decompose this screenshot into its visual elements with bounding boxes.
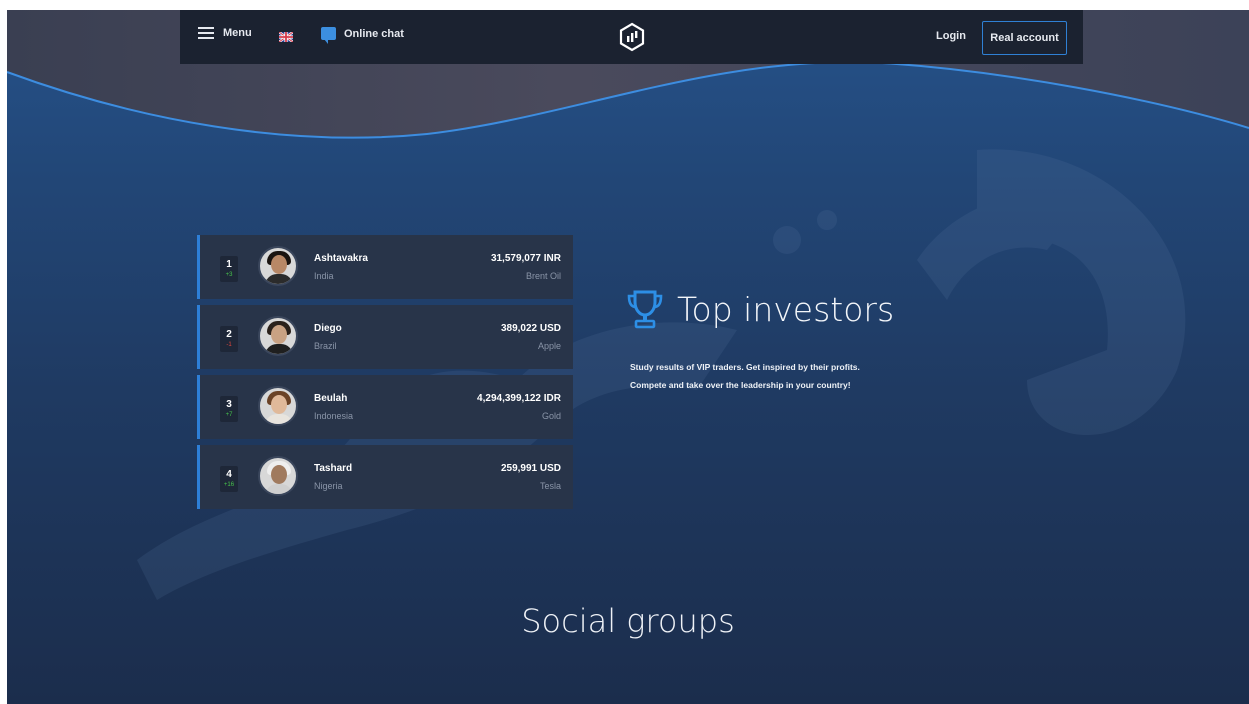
uk-flag-icon[interactable]	[279, 32, 293, 42]
investor-name: Diego	[314, 323, 342, 334]
investor-asset: Tesla	[539, 481, 561, 491]
rank-change: +3	[225, 272, 233, 278]
investor-name: Beulah	[314, 393, 348, 404]
brand-logo-icon[interactable]	[617, 22, 647, 52]
menu-label: Menu	[223, 27, 252, 39]
chat-icon	[321, 27, 336, 44]
investor-amount: 259,991 USD	[500, 463, 561, 474]
investor-avatar	[258, 246, 298, 286]
investor-country: Nigeria	[314, 481, 343, 491]
rank-number: 4	[226, 469, 232, 480]
investor-card[interactable]: 3 +7 Beulah Indonesia 4,294,399,122 IDR Gold	[197, 375, 573, 439]
investor-avatar	[258, 386, 298, 426]
online-chat-button[interactable]: Online chat	[321, 27, 404, 44]
rank-number: 1	[226, 259, 232, 270]
description-line-1: Study results of VIP traders. Get inspir…	[630, 362, 860, 372]
investor-name: Tashard	[314, 463, 353, 474]
menu-button[interactable]: Menu	[198, 27, 252, 39]
investor-card[interactable]: 1 +3 Ashtavakra India 31,579,077 INR Brent Oi…	[197, 235, 573, 299]
investor-avatar	[258, 316, 298, 356]
login-link[interactable]: Login	[936, 30, 966, 42]
investor-asset: Apple	[537, 341, 561, 351]
top-investors-heading: Top investors	[625, 288, 894, 330]
real-account-button[interactable]: Real account	[982, 21, 1067, 55]
rank-change: +7	[225, 412, 233, 418]
investor-asset: Brent Oil	[525, 271, 561, 281]
trophy-icon	[627, 290, 663, 329]
hamburger-icon	[198, 27, 214, 39]
top-investors-description: Study results of VIP traders. Get inspir…	[630, 358, 930, 394]
rank-change: +16	[223, 482, 235, 488]
investor-asset: Gold	[541, 411, 561, 421]
top-investors-title: Top investors	[677, 289, 895, 329]
description-line-2: Compete and take over the leadership in …	[630, 380, 851, 390]
page-frame: Menu Online chat Login Real account 1 +3 A…	[7, 10, 1249, 704]
rank-badge: 4 +16	[220, 466, 238, 492]
rank-badge: 3 +7	[220, 396, 238, 422]
investor-country: India	[314, 271, 334, 281]
investor-name: Ashtavakra	[314, 253, 368, 264]
investor-amount: 31,579,077 INR	[490, 253, 561, 264]
rank-number: 2	[226, 329, 232, 340]
rank-change: -1	[226, 342, 232, 348]
top-investors-list: 1 +3 Ashtavakra India 31,579,077 INR Brent Oi…	[197, 235, 573, 515]
investor-country: Brazil	[314, 341, 337, 351]
investor-country: Indonesia	[314, 411, 354, 421]
investor-amount: 4,294,399,122 IDR	[477, 393, 561, 404]
investor-amount: 389,022 USD	[500, 323, 561, 334]
rank-badge: 1 +3	[220, 256, 238, 282]
rank-badge: 2 -1	[220, 326, 238, 352]
investor-avatar	[258, 456, 298, 496]
social-groups-title: Social groups	[521, 602, 735, 640]
investor-card[interactable]: 2 -1 Diego Brazil 389,022 USD Apple	[197, 305, 573, 369]
rank-number: 3	[226, 399, 232, 410]
online-chat-label: Online chat	[344, 27, 404, 40]
top-navbar: Menu Online chat Login Real account	[180, 10, 1083, 64]
investor-card[interactable]: 4 +16 Tashard Nigeria 259,991 USD Tesla	[197, 445, 573, 509]
